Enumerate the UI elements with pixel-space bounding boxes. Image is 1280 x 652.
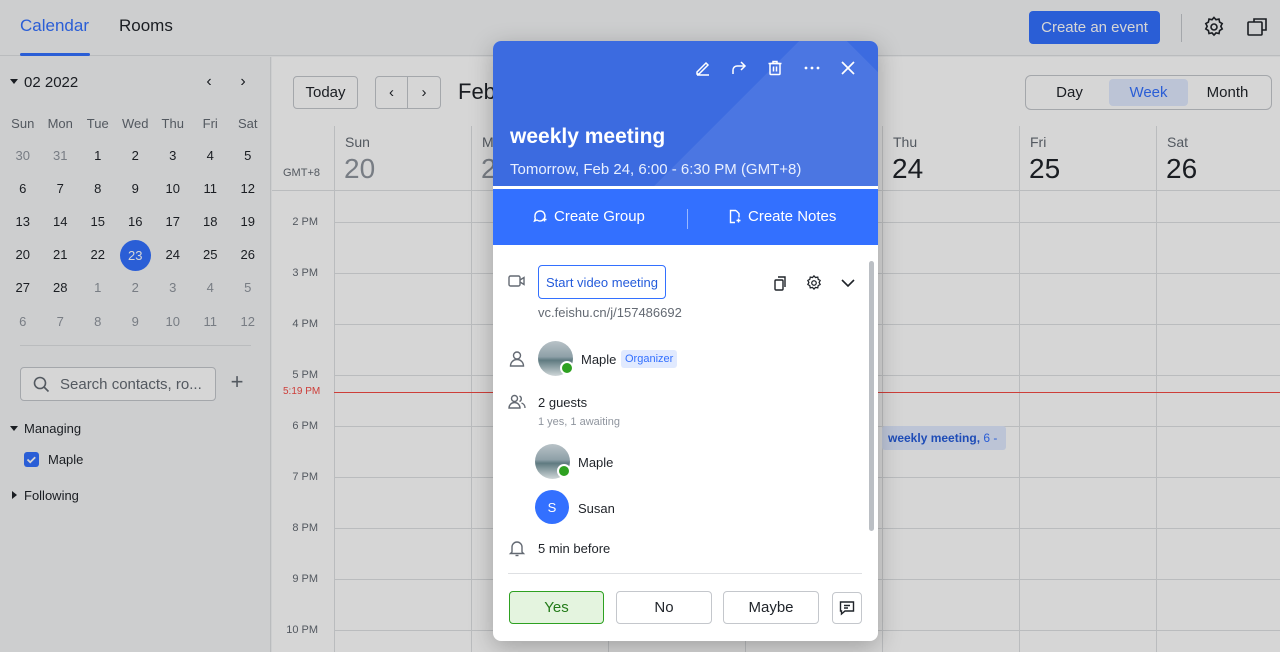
close-icon[interactable] xyxy=(837,57,859,79)
create-group-label: Create Group xyxy=(554,208,645,225)
share-icon[interactable] xyxy=(728,57,750,79)
event-time: Tomorrow, Feb 24, 6:00 - 6:30 PM (GMT+8) xyxy=(510,161,802,178)
delete-icon[interactable] xyxy=(764,57,786,79)
popup-divider xyxy=(508,573,862,574)
organizer-tag: Organizer xyxy=(621,350,678,368)
event-title: weekly meeting xyxy=(510,125,666,148)
notes-icon xyxy=(729,209,741,224)
gear-icon[interactable] xyxy=(803,272,825,294)
edit-icon[interactable] xyxy=(692,57,714,79)
create-group-button[interactable]: Create Group xyxy=(533,208,645,225)
copy-icon[interactable] xyxy=(769,272,791,294)
popup-action-bar: Create Group Create Notes xyxy=(493,186,878,248)
video-icon xyxy=(507,271,527,291)
rsvp-no-button[interactable]: No xyxy=(616,591,712,624)
reminder-text: 5 min before xyxy=(538,541,611,556)
popup-header: weekly meeting Tomorrow, Feb 24, 6:00 - … xyxy=(493,41,878,189)
guests-status: 1 yes, 1 awaiting xyxy=(538,416,620,428)
create-notes-button[interactable]: Create Notes xyxy=(727,208,836,225)
accepted-badge xyxy=(557,464,571,478)
guests-count[interactable]: 2 guests xyxy=(538,395,587,410)
chevron-down-icon[interactable] xyxy=(837,272,859,294)
comment-icon xyxy=(839,601,855,616)
start-video-meeting-button[interactable]: Start video meeting xyxy=(538,265,666,299)
organizer-name: Maple xyxy=(581,352,617,367)
create-notes-label: Create Notes xyxy=(748,208,837,225)
vc-link[interactable]: vc.feishu.cn/j/157486692 xyxy=(538,305,682,320)
avatar[interactable]: S xyxy=(535,490,569,524)
group-chat-icon xyxy=(533,210,547,223)
popup-scrollbar[interactable] xyxy=(869,261,874,531)
guests-icon xyxy=(507,392,527,412)
accepted-badge xyxy=(560,361,574,375)
guest-name: Susan xyxy=(578,501,615,516)
rsvp-maybe-button[interactable]: Maybe xyxy=(723,591,819,624)
rsvp-yes-button[interactable]: Yes xyxy=(509,591,604,624)
more-icon[interactable] xyxy=(801,57,823,79)
comment-button[interactable] xyxy=(832,592,862,624)
person-icon xyxy=(507,349,527,369)
guest-name: Maple xyxy=(578,455,614,470)
action-divider xyxy=(687,209,688,229)
event-detail-popup: weekly meeting Tomorrow, Feb 24, 6:00 - … xyxy=(493,41,878,641)
bell-icon xyxy=(507,538,527,558)
